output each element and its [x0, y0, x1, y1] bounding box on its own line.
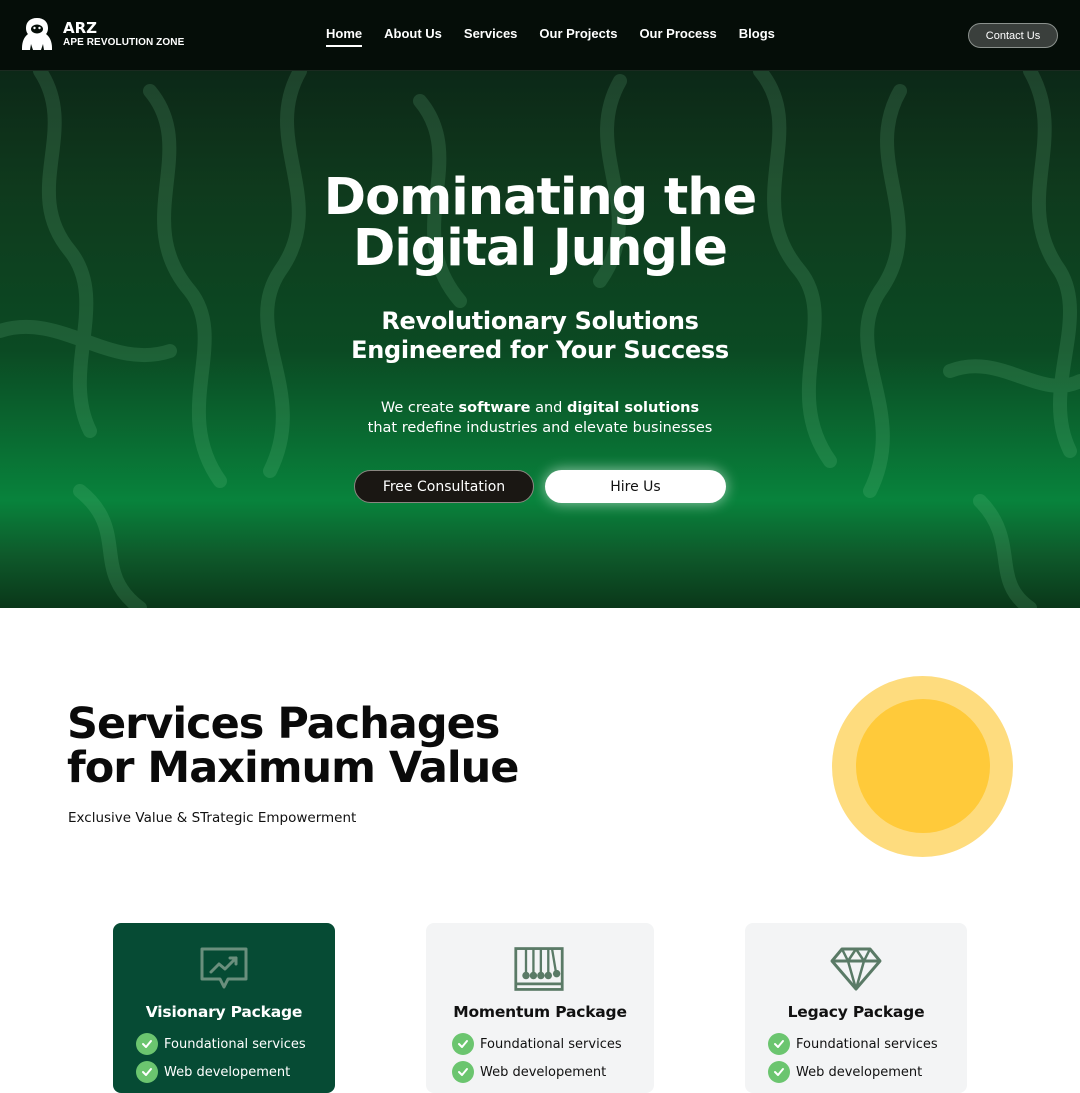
hero-section: Dominating the Digital Jungle Revolution… — [0, 71, 1080, 608]
services-title-line1: Services Pachages — [67, 699, 500, 749]
nav-item-services[interactable]: Services — [464, 26, 518, 47]
hero-title-line2: Digital Jungle — [352, 219, 728, 278]
brand-logo[interactable]: ARZ APE REVOLUTION ZONE — [20, 16, 184, 52]
package-card-visionary[interactable]: Visionary Package Foundational services … — [113, 923, 335, 1093]
hero-description: We create software and digital solutions… — [0, 398, 1080, 438]
hero-subtitle-line1: Revolutionary Solutions — [381, 307, 699, 335]
package-title: Legacy Package — [787, 1003, 925, 1021]
services-title: Services Pachages for Maximum Value — [67, 699, 519, 793]
nav-item-blogs[interactable]: Blogs — [739, 26, 775, 47]
hero-subtitle: Revolutionary Solutions Engineered for Y… — [0, 307, 1080, 365]
check-icon — [452, 1033, 474, 1055]
diamond-icon — [830, 947, 882, 991]
hero-desc-and: and — [535, 400, 563, 416]
nav-item-our-process[interactable]: Our Process — [639, 26, 716, 47]
package-feature: Foundational services — [768, 1033, 938, 1055]
sun-decoration-inner — [856, 699, 990, 833]
package-title: Visionary Package — [145, 1003, 303, 1021]
package-feature: Foundational services — [452, 1033, 622, 1055]
brand-name: ARZ — [63, 19, 98, 37]
nav-item-our-projects[interactable]: Our Projects — [539, 26, 617, 47]
hero-desc-prefix: We create — [380, 400, 454, 416]
hero-desc-line2: that redefine industries and elevate bus… — [367, 420, 713, 436]
nav-item-about-us[interactable]: About Us — [384, 26, 442, 47]
newtons-cradle-icon — [514, 947, 564, 991]
hero-title: Dominating the Digital Jungle — [0, 172, 1080, 274]
hero-desc-software: software — [458, 400, 531, 416]
package-title: Momentum Package — [453, 1003, 627, 1021]
hero-title-line1: Dominating the — [323, 168, 757, 227]
contact-us-button[interactable]: Contact Us — [968, 23, 1058, 48]
hero-desc-digital-solutions: digital solutions — [567, 400, 700, 416]
package-card-legacy[interactable]: Legacy Package Foundational services Web… — [745, 923, 967, 1093]
navbar: ARZ APE REVOLUTION ZONE Home About Us Se… — [0, 0, 1080, 71]
free-consultation-button[interactable]: Free Consultation — [354, 470, 534, 503]
check-icon — [768, 1033, 790, 1055]
hire-us-button[interactable]: Hire Us — [545, 470, 726, 503]
check-icon — [136, 1033, 158, 1055]
services-tagline: Exclusive Value & STrategic Empowerment — [68, 810, 357, 826]
hero-subtitle-line2: Engineered for Your Success — [351, 336, 729, 364]
main-nav: Home About Us Services Our Projects Our … — [326, 26, 797, 47]
package-card-momentum[interactable]: Momentum Package Foundational services W… — [426, 923, 654, 1093]
nav-item-home[interactable]: Home — [326, 26, 363, 47]
services-title-line2: for Maximum Value — [67, 743, 519, 793]
gorilla-logo-icon — [22, 18, 52, 50]
package-feature: Foundational services — [136, 1033, 306, 1055]
chart-chat-icon — [200, 947, 248, 989]
brand-tagline: APE REVOLUTION ZONE — [63, 37, 185, 48]
